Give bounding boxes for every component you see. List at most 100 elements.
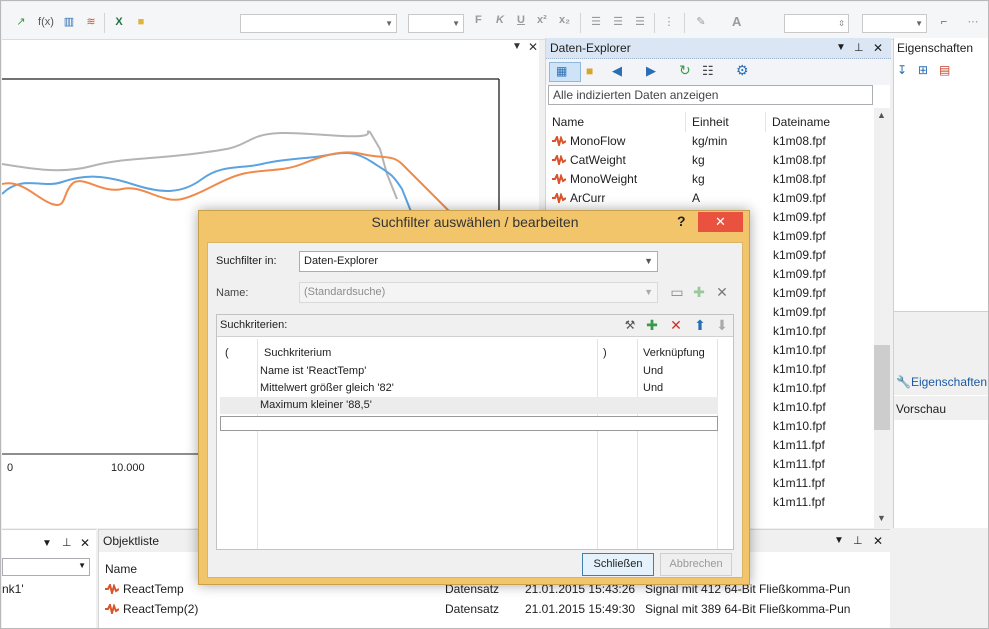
close-icon[interactable]: ✕ [80, 536, 90, 550]
save-filter-icon[interactable]: ▭ [668, 283, 686, 301]
object-list-title: Objektliste [103, 534, 160, 548]
row-file: k1m09.fpf [773, 305, 826, 319]
chevron-down-icon: ▼ [385, 19, 393, 28]
connector-icon[interactable]: ⌐ [935, 14, 953, 30]
delete-filter-icon[interactable]: ✕ [713, 283, 731, 301]
add-filter-icon[interactable]: ✚ [690, 283, 708, 301]
bold-button[interactable]: F [475, 14, 482, 26]
sort-az-icon[interactable]: ↧ [897, 63, 907, 77]
explorer-scrollbar[interactable]: ▲ ▼ [874, 108, 890, 528]
subscript-button[interactable]: x₂ [559, 14, 570, 26]
column-header-unit[interactable]: Einheit [686, 112, 766, 132]
filter-icon: ▦ [556, 64, 568, 78]
bullet-list-icon[interactable]: ⋮ [660, 14, 678, 30]
row-file: k1m11.fpf [773, 495, 825, 509]
font-family-combo[interactable]: ▼ [240, 14, 397, 33]
folder-icon[interactable]: ■ [132, 14, 150, 30]
move-up-icon[interactable]: ⬆ [691, 316, 709, 334]
close-icon[interactable]: ✕ [873, 530, 883, 552]
chevron-down-icon[interactable]: ▼ [834, 530, 844, 552]
underline-button[interactable]: U [517, 14, 525, 26]
bottom-left-item[interactable]: nk1' [2, 582, 24, 596]
data-explorer-title: Daten-Explorer ▼ ⊥ ✕ [546, 38, 891, 59]
line-width-combo[interactable]: ⇳ [784, 14, 849, 33]
criterion-row[interactable]: Mittelwert größer gleich '82' Und [220, 380, 718, 397]
criterion-row[interactable]: Maximum kleiner '88,5' [220, 397, 718, 414]
explorer-filter-input[interactable]: Alle indizierten Daten anzeigen [548, 85, 873, 105]
statistics-icon[interactable]: ▥ [60, 14, 78, 30]
column-header-open-paren: ( [225, 347, 229, 359]
pin-icon[interactable]: ⊥ [853, 530, 863, 552]
column-header-name[interactable]: Name [546, 112, 686, 132]
align-left-icon[interactable]: ☰ [587, 14, 605, 30]
help-button[interactable]: ? [677, 213, 686, 229]
explorer-row[interactable]: MonoWeight kg k1m08.fpf [546, 170, 876, 189]
chevron-down-icon[interactable]: ▼ [512, 41, 522, 52]
new-criterion-row[interactable] [220, 416, 718, 431]
object-name: ReactTemp(2) [105, 599, 198, 619]
close-icon[interactable]: ✕ [528, 40, 538, 54]
align-right-icon[interactable]: ☰ [631, 14, 649, 30]
chevron-down-icon[interactable]: ▼ [42, 538, 52, 549]
object-list-row[interactable]: ReactTemp(2) Datensatz 21.01.2015 15:49:30… [99, 599, 889, 619]
row-file: k1m10.fpf [773, 324, 826, 338]
insert-chart-icon[interactable]: ↗ [12, 14, 30, 30]
add-criterion-icon[interactable]: ✚ [643, 316, 661, 334]
column-header-file[interactable]: Dateiname [766, 112, 875, 132]
align-center-icon[interactable]: ☰ [609, 14, 627, 30]
pin-icon[interactable]: ⊥ [854, 38, 864, 58]
name-select[interactable]: (Standardsuche) ▼ [299, 282, 658, 303]
filter-in-select[interactable]: Daten-Explorer ▼ [299, 251, 658, 272]
explorer-row[interactable]: MonoFlow kg/min k1m08.fpf [546, 132, 876, 151]
properties-tab-strip: 🔧Eigenschaften [894, 311, 988, 395]
properties-tab[interactable]: 🔧Eigenschaften [896, 375, 987, 389]
row-file: k1m11.fpf [773, 438, 825, 452]
object-desc: Signal mit 389 64-Bit Fließkomma-Pun [645, 602, 851, 616]
superscript-button[interactable]: x² [537, 14, 547, 26]
excel-icon[interactable]: X [110, 14, 128, 30]
object-name-text: ReactTemp(2) [123, 602, 199, 616]
object-type: Datensatz [445, 602, 500, 616]
line-style-combo[interactable]: ▼ [862, 14, 927, 33]
bottom-left-combo[interactable]: ▼ [2, 558, 90, 576]
more-icon[interactable]: ⋯ [964, 14, 982, 30]
folder-icon[interactable]: ■ [586, 64, 593, 78]
pin-icon[interactable]: ⊥ [62, 536, 72, 549]
explorer-row[interactable]: ArCurr Ak1m09.fpf [546, 189, 876, 208]
dialog-close-button[interactable]: ✕ [698, 212, 743, 232]
view-list-icon[interactable]: ☷ [702, 63, 714, 79]
wrench-icon[interactable]: ⚒ [621, 316, 639, 334]
move-down-icon[interactable]: ⬇ [713, 316, 731, 334]
column-header-link: Verknüpfung [643, 347, 705, 359]
font-color-button[interactable]: A [732, 14, 741, 29]
chevron-down-icon[interactable]: ▼ [836, 38, 846, 58]
remove-criterion-icon[interactable]: ✕ [667, 316, 685, 334]
row-name-text: MonoWeight [570, 172, 638, 186]
back-icon[interactable]: ◀ [612, 63, 622, 79]
highlight-icon[interactable]: ✎ [692, 14, 710, 30]
italic-button[interactable]: K [496, 14, 504, 26]
close-icon[interactable]: ✕ [873, 38, 883, 58]
scroll-up-icon[interactable]: ▲ [877, 110, 886, 120]
signal-icon[interactable]: ≋ [82, 14, 100, 30]
object-date: 21.01.2015 15:49:30 [525, 602, 636, 616]
cancel-button[interactable]: Abbrechen [660, 553, 732, 576]
x-tick-label: 10.000 [111, 462, 145, 474]
criteria-toolbar: Suchkriterien: ⚒ ✚ ✕ ⬆ ⬇ [217, 315, 733, 337]
dialog-body: Suchfilter in: Daten-Explorer ▼ Name: (S… [207, 242, 743, 578]
forward-icon[interactable]: ▶ [646, 63, 656, 79]
refresh-icon[interactable]: ↻ [679, 62, 691, 79]
categorize-icon[interactable]: ⊞ [918, 63, 928, 77]
row-file: k1m09.fpf [773, 267, 826, 281]
font-size-combo[interactable]: ▼ [408, 14, 464, 33]
explorer-row[interactable]: CatWeight kg k1m08.fpf [546, 151, 876, 170]
criterion-row[interactable]: Name ist 'ReactTemp' Und [220, 363, 718, 380]
settings-gear-icon[interactable]: ⚙ [736, 62, 749, 79]
scrollbar-thumb[interactable] [874, 345, 890, 430]
spinner-icon: ⇳ [838, 19, 845, 28]
row-unit: A [692, 191, 701, 205]
scroll-down-icon[interactable]: ▼ [877, 513, 886, 523]
property-pages-icon[interactable]: ▤ [939, 63, 950, 77]
close-button[interactable]: Schließen [582, 553, 654, 576]
formula-button[interactable]: f(x) [35, 14, 57, 30]
